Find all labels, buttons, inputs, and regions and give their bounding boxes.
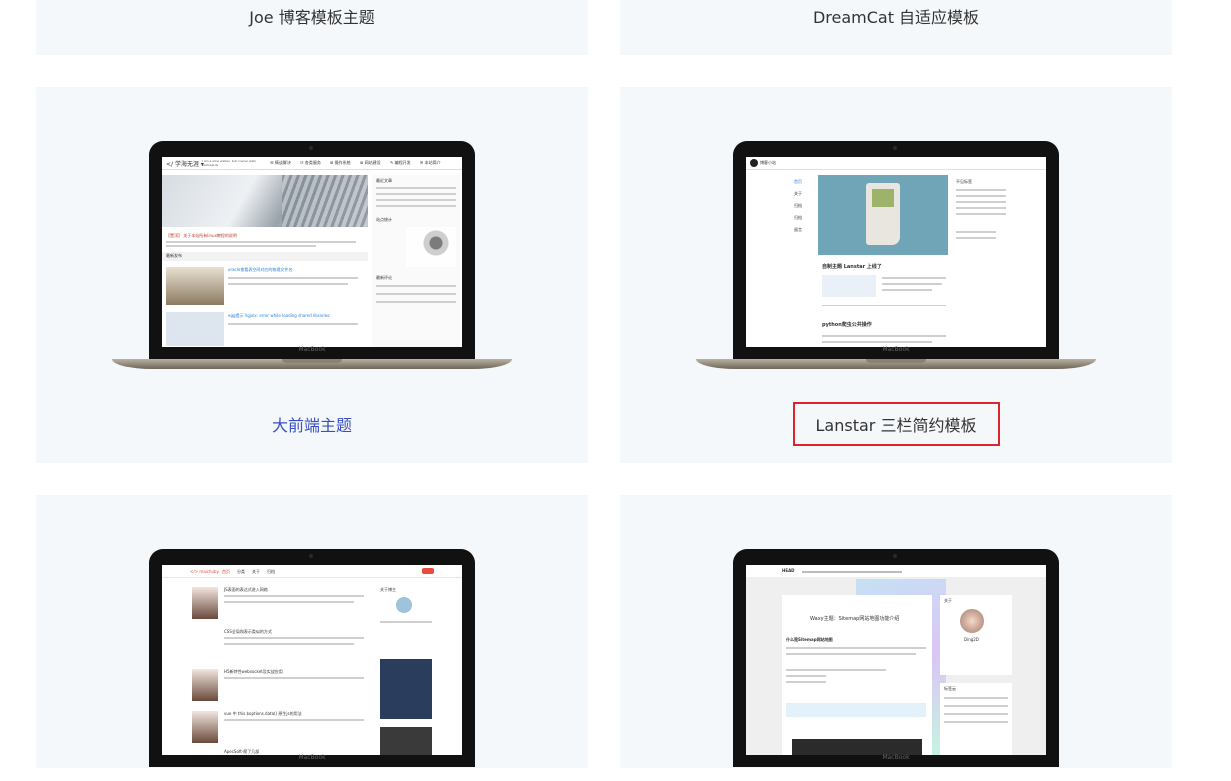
screenshot-lanstar: 博客小站 首页 关于 归档 归档 留言 自制主题 Lanstar 上线了 pyt… xyxy=(746,157,1046,347)
theme-title-dafront[interactable]: 大前端主题 xyxy=(36,412,588,436)
theme-card-lanstar[interactable]: 博客小站 首页 关于 归档 归档 留言 自制主题 Lanstar 上线了 pyt… xyxy=(620,87,1172,463)
theme-card-blog3[interactable]: </> maichuby 首页 分类 关于 归档 JS表面的表达式进入网络 CS… xyxy=(36,495,588,768)
screenshot-dafront: </ 学海无涯 ▾ I am a slow walker, but I neve… xyxy=(162,157,462,347)
laptop-preview: 博客小站 首页 关于 归档 归档 留言 自制主题 Lanstar 上线了 pyt… xyxy=(696,141,1096,373)
theme-card-dafront[interactable]: </ 学海无涯 ▾ I am a slow walker, but I neve… xyxy=(36,87,588,463)
laptop-preview: HEAD Waxy主题：Sitemap网站地图功能介绍 什么是Sitemap网站… xyxy=(696,549,1096,781)
theme-title-dreamcat[interactable]: DreamCat 自适应模板 xyxy=(620,4,1172,28)
theme-card-dreamcat[interactable]: DreamCat 自适应模板 xyxy=(620,0,1172,55)
theme-card-joe[interactable]: Joe 博客模板主题 xyxy=(36,0,588,55)
screenshot-blog3: </> maichuby 首页 分类 关于 归档 JS表面的表达式进入网络 CS… xyxy=(162,565,462,755)
theme-card-waxy[interactable]: HEAD Waxy主题：Sitemap网站地图功能介绍 什么是Sitemap网站… xyxy=(620,495,1172,768)
laptop-preview: </ 学海无涯 ▾ I am a slow walker, but I neve… xyxy=(112,141,512,373)
theme-title-lanstar[interactable]: Lanstar 三栏简约模板 xyxy=(620,412,1172,436)
laptop-preview: </> maichuby 首页 分类 关于 归档 JS表面的表达式进入网络 CS… xyxy=(112,549,512,781)
theme-title-joe[interactable]: Joe 博客模板主题 xyxy=(36,4,588,28)
screenshot-waxy: HEAD Waxy主题：Sitemap网站地图功能介绍 什么是Sitemap网站… xyxy=(746,565,1046,755)
